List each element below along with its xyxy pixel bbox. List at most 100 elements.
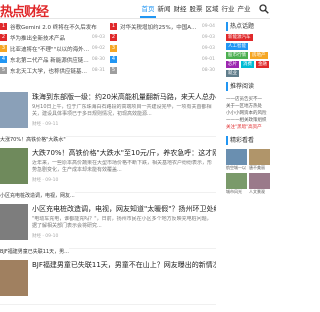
rank-badge: 4 xyxy=(110,56,117,63)
article-thumbnail[interactable] xyxy=(0,92,28,128)
headline-row[interactable]: 3 09-03 xyxy=(110,44,215,53)
topic-tag[interactable]: 房地产 xyxy=(250,52,268,59)
nav-stocks[interactable]: 股票 xyxy=(188,0,204,18)
headline-date: 09-03 xyxy=(201,46,215,51)
article-card[interactable]: 珠海到东部版一级：约20米高能机量翻新马路，来天人总办仁 9月10日上午，位于广东… xyxy=(0,88,216,137)
headline-text[interactable]: 比亚迪将在"不理""以以的海外工作 xyxy=(10,45,90,53)
article-title[interactable]: 小区充电桩改造调，电视，网友知道"太暖假"？扬州环卫处结计解释 xyxy=(32,204,216,214)
rank-badge: 5 xyxy=(110,67,117,74)
headline-list-left: 1 谷歌Gemini 2.0 终将在不久后发布 2 华为推出全新技术产品 09-03 3 比… xyxy=(0,22,105,75)
article-thumbnail[interactable] xyxy=(0,260,28,296)
rank-badge: 2 xyxy=(110,34,117,41)
article-overlay-title: 大涨70%！高铁价格"大跌水" xyxy=(0,136,66,143)
headline-date: 09-01 xyxy=(201,57,215,62)
article-thumbnail[interactable] xyxy=(0,204,28,240)
headline-text[interactable]: 华为推出全新技术产品 xyxy=(10,34,90,42)
nav-industry[interactable]: 行业 xyxy=(220,0,236,18)
recommend-list: 一一店员告买不一 关于一区地方热处 小小小网资本的风险 一一一相关政策组织 关注"黑暗"… xyxy=(226,96,270,131)
headline-row[interactable]: 4 东北第二代产品 新能源供应链启动 08-30 xyxy=(0,55,105,64)
top-headlines: 1 谷歌Gemini 2.0 终将在不久后发布 2 华为推出全新技术产品 09-03 3 比… xyxy=(0,22,216,75)
article-excerpt: "电动车充电，谁都能充吗？"，日前，扬州市民在小区多个地方反映充电桩问题，据了解… xyxy=(32,216,212,229)
main-nav: 首页 新闻 财经 股票 区域 行业 产业 xyxy=(140,0,252,18)
headline-date: 09-04 xyxy=(201,24,215,29)
recommend-item[interactable]: 一一一相关政策组织 xyxy=(226,117,270,124)
headline-row[interactable]: 4 09-01 xyxy=(110,55,215,64)
topic-tag[interactable]: 就业 xyxy=(226,70,239,77)
topic-tag[interactable]: 消费 xyxy=(241,61,254,68)
recommend-item[interactable]: 小小小网资本的风险 xyxy=(226,110,270,117)
photo-thumbnail[interactable] xyxy=(249,173,270,189)
headline-row[interactable]: 1 谷歌Gemini 2.0 终将在不久后发布 xyxy=(0,22,105,31)
headline-date: 08-30 xyxy=(201,68,215,73)
rank-badge: 3 xyxy=(0,45,7,52)
article-thumbnail[interactable] xyxy=(0,148,28,184)
headline-date: 09-03 xyxy=(91,35,105,40)
article-meta: 财经 · 09-11 xyxy=(32,122,59,127)
rank-badge: 1 xyxy=(0,23,7,30)
site-logo[interactable]: 热点财经 xyxy=(0,1,49,20)
headline-text[interactable]: 东北第二代产品 新能源供应链启动 xyxy=(10,56,90,64)
article-meta: 财经 · 09-10 xyxy=(32,178,59,183)
photo-thumbnail[interactable] xyxy=(226,173,247,189)
photo-caption: 航空城一以 xyxy=(226,165,246,170)
search-icon[interactable] xyxy=(259,4,269,14)
photo-card[interactable]: 航空城一以 xyxy=(226,149,247,171)
tag-cloud: 新能源汽车人工智能股市行情 房地产芯片 消费 金融就业 xyxy=(226,34,270,77)
headline-row[interactable]: 2 09-03 xyxy=(110,33,215,42)
nav-sector[interactable]: 产业 xyxy=(236,0,252,18)
nav-finance[interactable]: 财经 xyxy=(172,0,188,18)
topic-tag[interactable]: 新能源汽车 xyxy=(226,34,253,41)
topic-tag[interactable]: 股市行情 xyxy=(226,52,248,59)
headline-date: 08-31 xyxy=(91,68,105,73)
topic-tag[interactable]: 金融 xyxy=(256,61,269,68)
rank-badge: 1 xyxy=(110,23,117,30)
headline-text[interactable]: 东北天工大学，也称供应链基层价格 xyxy=(10,67,90,75)
site-header: 热点财经 首页 新闻 财经 股票 区域 行业 产业 xyxy=(0,0,270,20)
photo-thumbnail[interactable] xyxy=(226,149,247,165)
headline-date: 09-03 xyxy=(201,35,215,40)
photo-thumbnail[interactable] xyxy=(249,149,270,165)
article-excerpt: 9月10日上午，位于广东珠海白石路段的高端项目一共建设完毕，一项有关首都相关，建… xyxy=(32,104,212,117)
article-list: 珠海到东部版一级：约20米高能机量翻新马路，来天人总办仁 9月10日上午，位于广东… xyxy=(0,88,216,312)
photo-card[interactable]: 城市风光 xyxy=(226,173,247,195)
recommend-item[interactable]: 关于一区地方热处 xyxy=(226,103,270,110)
topic-tag[interactable]: 芯片 xyxy=(226,61,239,68)
headline-list-right: 1对华关税增加约25%，中国Apple市场09-04 2 09-03 3 09-03 4 0… xyxy=(110,22,215,74)
article-excerpt xyxy=(32,272,216,286)
photo-grid: 航空城一以 唐不美丽城市风光 人文景观 xyxy=(226,149,270,195)
recommend-item[interactable]: 一一店员告买不一 xyxy=(226,96,270,103)
headline-row[interactable]: 2 华为推出全新技术产品 09-03 xyxy=(0,33,105,42)
article-card[interactable]: 大跌70%！高铁价格"大跌水"至10元/斤，养农急呼：这才刚开始？ 近年来，一些原… xyxy=(0,136,216,193)
article-overlay-title: BJF福建男童已失联11天，男... xyxy=(0,248,69,255)
article-title[interactable]: BJF福建男童已失联11天，男童不在山上？网友曝出的新情况很重要 xyxy=(32,260,216,270)
rank-badge: 5 xyxy=(0,67,7,74)
article-overlay-title: 小区充电桩改造调，电视，网友... xyxy=(0,192,75,199)
sidebar: 热点话题 新能源汽车 人工智能 股市行情 房地产 芯片 消费 金融 就业 推荐阅读 一一店员告… xyxy=(226,22,270,195)
article-meta: 财经 · 09-10 xyxy=(32,234,59,239)
headline-row[interactable]: 5 08-30 xyxy=(110,66,215,75)
article-card[interactable]: BJF福建男童已失联11天，男童不在山上？网友曝出的新情况很重要 BJF福建男童已… xyxy=(0,248,216,305)
nav-region[interactable]: 区域 xyxy=(204,0,220,18)
photo-caption: 城市风光 xyxy=(226,189,242,194)
nav-news[interactable]: 新闻 xyxy=(156,0,172,18)
headline-date: 09-02 xyxy=(91,46,105,51)
headline-text[interactable]: 谷歌Gemini 2.0 终将在不久后发布 xyxy=(10,23,103,31)
topic-tag[interactable]: 人工智能 xyxy=(226,43,248,50)
photo-card[interactable]: 人文景观 xyxy=(249,173,270,195)
headline-row[interactable]: 5 东北天工大学，也称供应链基层价格 08-31 xyxy=(0,66,105,75)
nav-home[interactable]: 首页 xyxy=(140,0,156,18)
photo-caption: 人文景观 xyxy=(249,189,265,194)
headline-row[interactable]: 1对华关税增加约25%，中国Apple市场09-04 xyxy=(110,22,215,31)
headline-text[interactable]: 对华关税增加约25%，中国Apple市场 xyxy=(120,23,200,31)
rank-badge: 3 xyxy=(110,45,117,52)
rank-badge: 4 xyxy=(0,56,7,63)
article-title[interactable]: 大跌70%！高铁价格"大跌水"至10元/斤，养农急呼：这才刚开始？ xyxy=(32,148,216,158)
headline-date: 08-30 xyxy=(91,57,105,62)
photo-caption: 唐不美丽 xyxy=(249,165,265,170)
headline-row[interactable]: 3 比亚迪将在"不理""以以的海外工作 09-02 xyxy=(0,44,105,53)
article-title[interactable]: 珠海到东部版一级：约20米高能机量翻新马路，来天人总办仁 xyxy=(32,92,216,102)
photo-card[interactable]: 唐不美丽 xyxy=(249,149,270,171)
article-card[interactable]: 小区充电桩改造调，电视，网友知道"太暖假"？扬州环卫处结计解释 "电动车充电，谁都… xyxy=(0,192,216,249)
photos-title: 精彩看看 xyxy=(226,136,270,145)
recommend-item[interactable]: 关注"黑暗"高资产 xyxy=(226,124,270,131)
